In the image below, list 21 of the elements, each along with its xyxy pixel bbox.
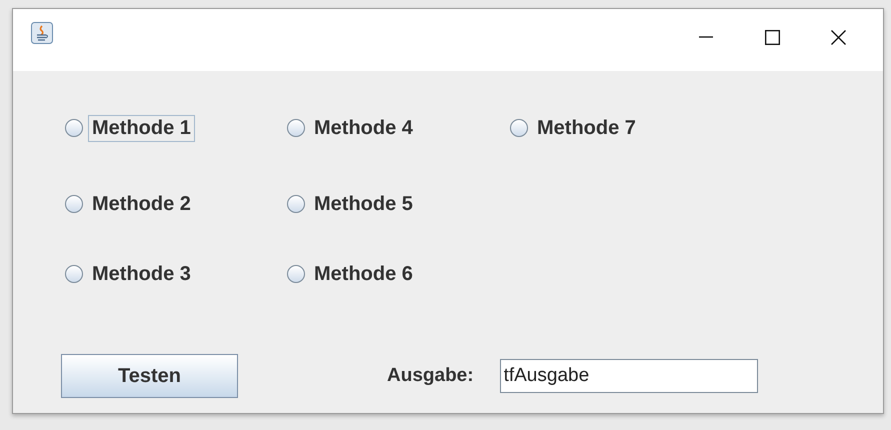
radio-label[interactable]: Methode 5 <box>310 190 417 218</box>
output-label: Ausgabe: <box>387 365 474 387</box>
java-app-icon <box>31 22 53 44</box>
close-icon[interactable] <box>830 30 846 44</box>
radio-label[interactable]: Methode 4 <box>310 114 417 142</box>
radio-button[interactable] <box>287 195 305 213</box>
radio-button[interactable] <box>287 265 305 283</box>
radio-button[interactable] <box>510 119 528 137</box>
testen-button[interactable]: Testen <box>61 354 238 398</box>
output-field[interactable]: tfAusgabe <box>500 359 758 393</box>
radio-label[interactable]: Methode 2 <box>88 190 195 218</box>
radio-button[interactable] <box>287 119 305 137</box>
maximize-icon[interactable] <box>764 30 780 44</box>
radio-label[interactable]: Methode 6 <box>310 260 417 288</box>
radio-label[interactable]: Methode 1 <box>88 114 195 142</box>
radio-label[interactable]: Methode 7 <box>533 114 640 142</box>
radio-button[interactable] <box>65 265 83 283</box>
radio-button[interactable] <box>65 119 83 137</box>
radio-button[interactable] <box>65 195 83 213</box>
minimize-icon[interactable] <box>699 36 713 38</box>
radio-label[interactable]: Methode 3 <box>88 260 195 288</box>
